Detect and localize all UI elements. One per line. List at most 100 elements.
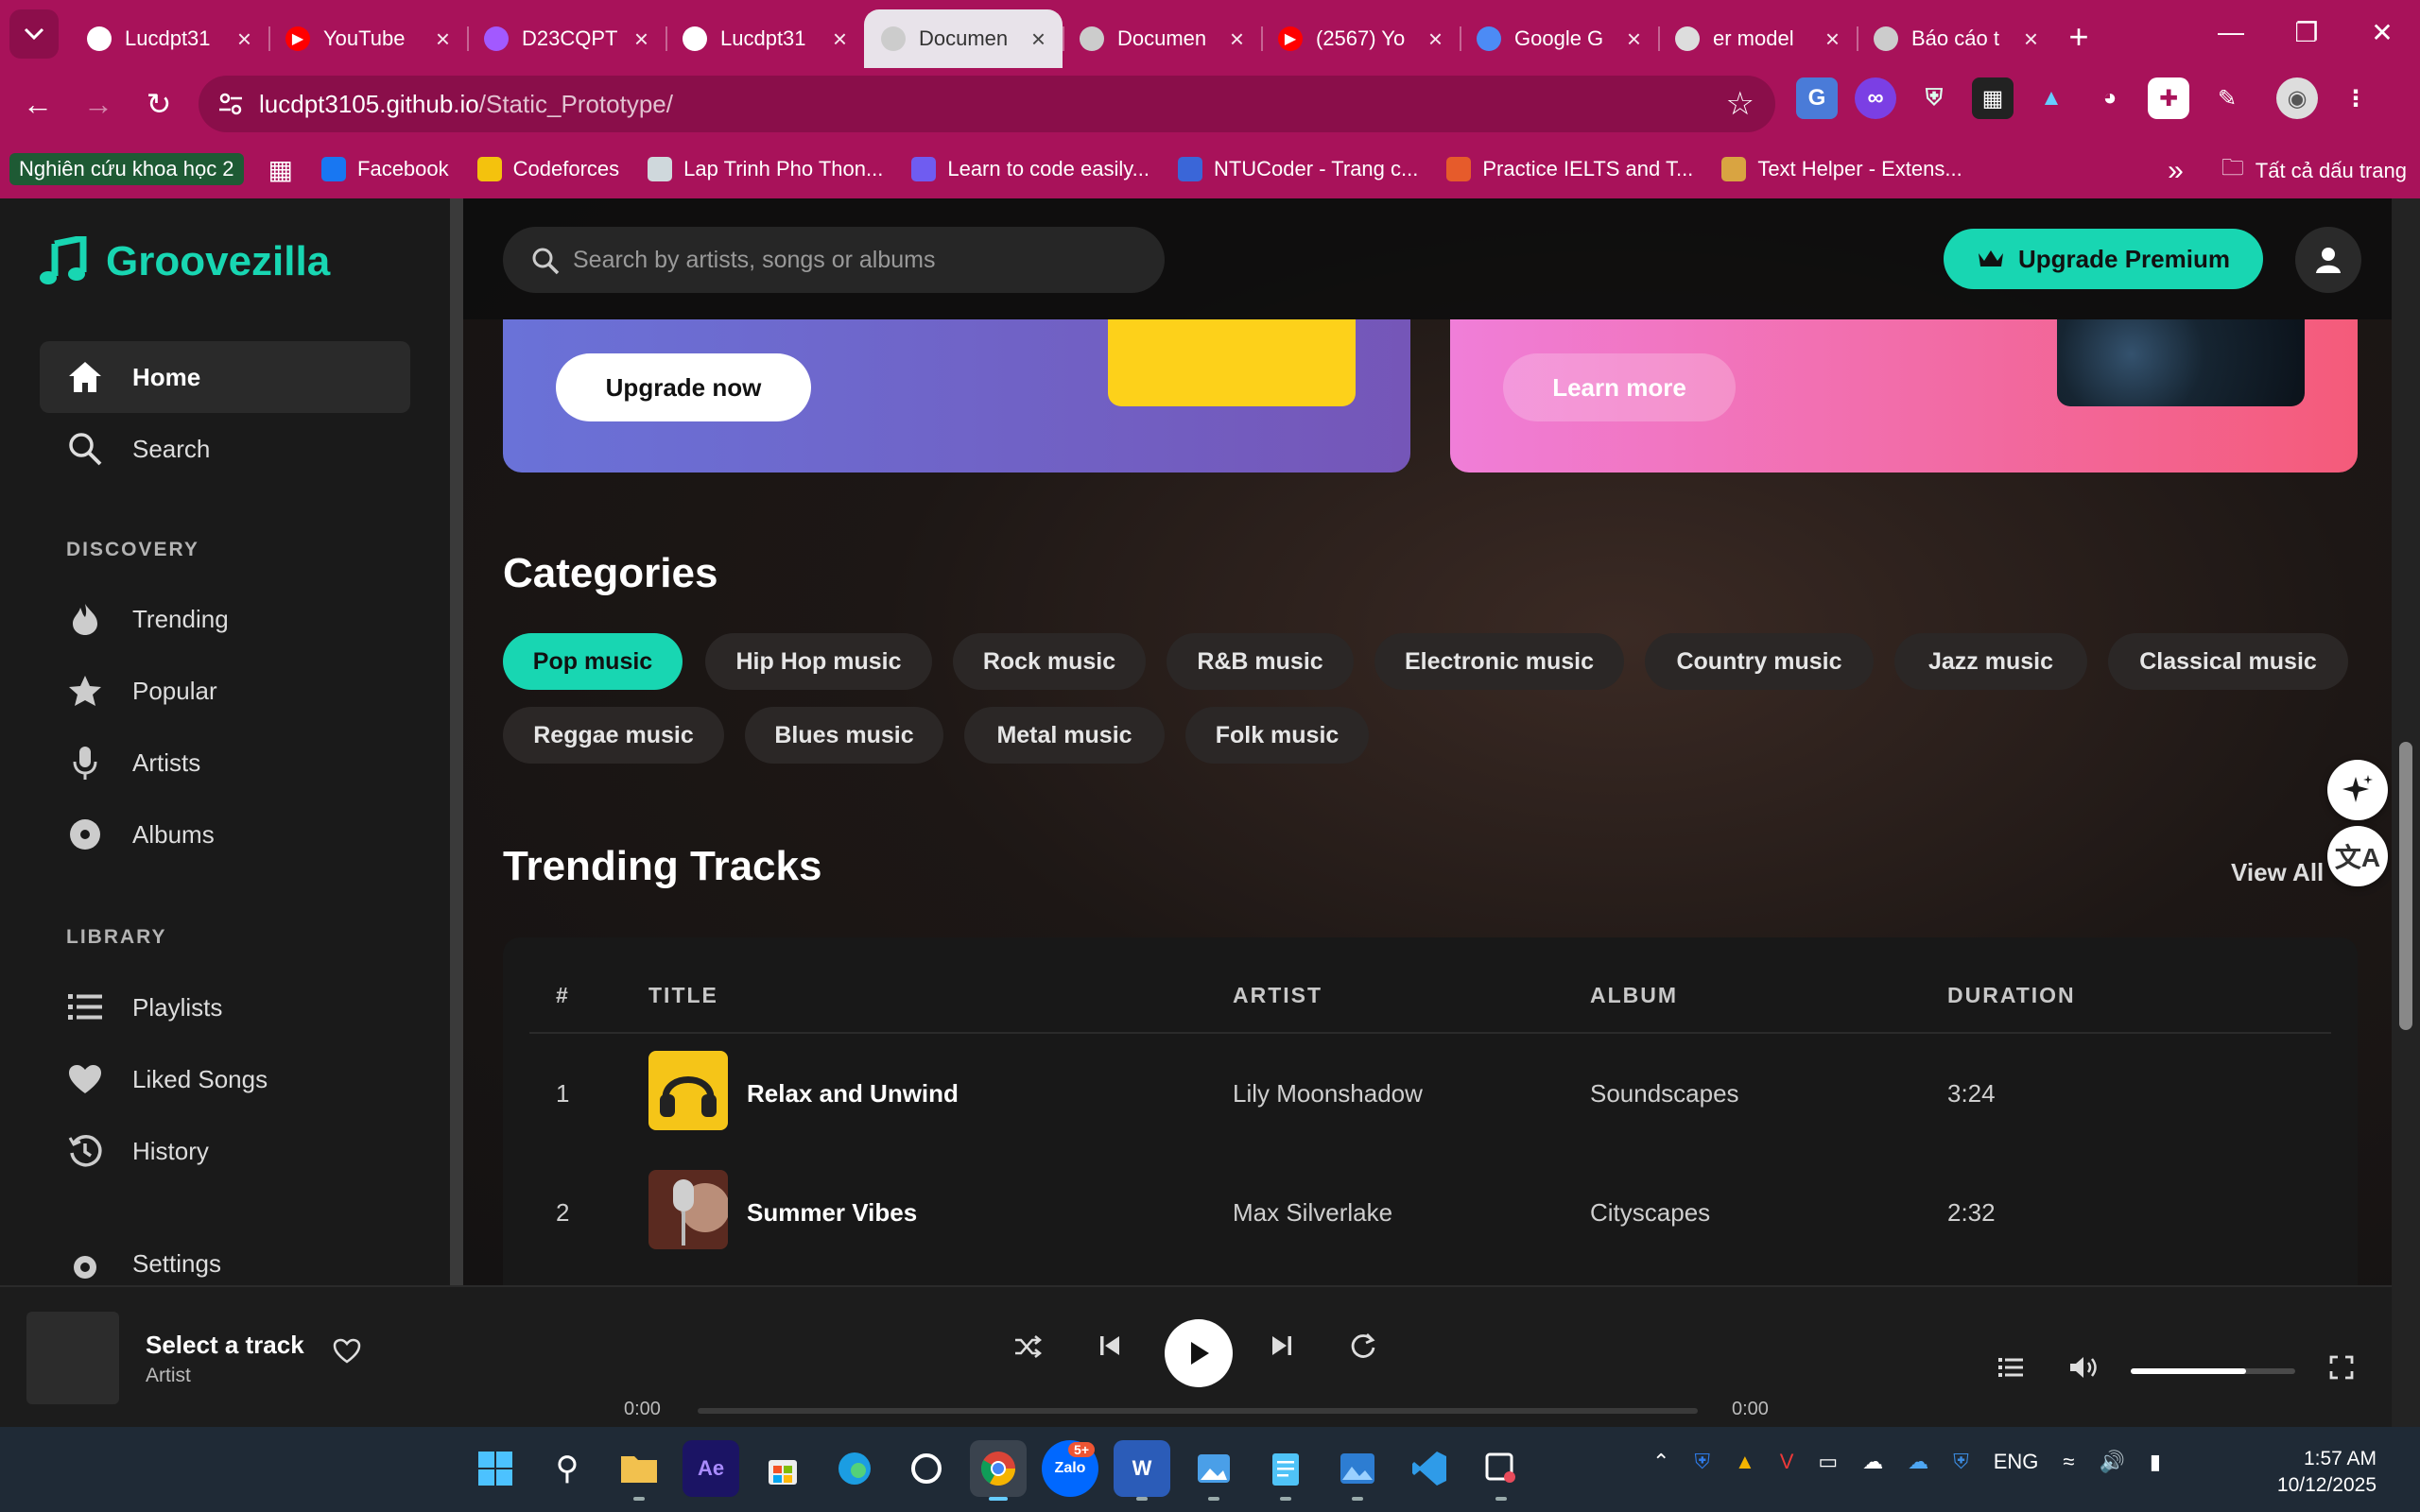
browser-tab[interactable]: ▶ YouTube × [268, 9, 467, 68]
fullscreen-icon[interactable] [2329, 1355, 2354, 1380]
category-chip[interactable]: Metal music [964, 707, 1165, 764]
main-scrollbar[interactable] [2392, 198, 2420, 1427]
snipping-tool-icon[interactable] [1473, 1440, 1530, 1501]
user-avatar[interactable] [2295, 227, 2361, 293]
bookmark-item[interactable]: Codeforces [476, 157, 619, 181]
search-input[interactable]: Search by artists, songs or albums [503, 227, 1165, 293]
view-all-link[interactable]: View All [2231, 858, 2324, 887]
browser-tab[interactable]: Lucdpt31 × [666, 9, 864, 68]
track-title[interactable]: Relax and Unwind [747, 1079, 959, 1108]
profile-avatar-icon[interactable]: ◉ [2276, 77, 2318, 119]
battery-icon[interactable]: ▮ [2150, 1450, 2161, 1474]
category-chip[interactable]: R&B music [1167, 633, 1354, 690]
repeat-icon[interactable] [1350, 1332, 1376, 1359]
taskbar-search-icon[interactable]: ⚲ [539, 1440, 596, 1497]
restore-icon[interactable]: ❐ [2269, 0, 2344, 64]
learn-more-button[interactable]: Learn more [1503, 353, 1736, 421]
category-chip[interactable]: Jazz music [1894, 633, 2087, 690]
tab-close-icon[interactable]: × [1428, 25, 1443, 54]
puzzle-icon[interactable]: ✎ [2206, 77, 2248, 119]
brand-logo[interactable]: Groovezilla [38, 236, 330, 287]
sidebar-item-artists[interactable]: Artists [40, 727, 410, 799]
previous-track-icon[interactable] [1098, 1334, 1121, 1357]
extension-icon[interactable]: ∞ [1855, 77, 1896, 119]
like-heart-icon[interactable] [333, 1338, 361, 1369]
upgrade-premium-button[interactable]: Upgrade Premium [1944, 229, 2263, 289]
grid-extension-icon[interactable]: ▦ [1972, 77, 2014, 119]
sidebar-item-playlists[interactable]: Playlists [40, 971, 410, 1043]
table-row[interactable]: 2 Summer Vibes Max Silverlake Cityscapes 2:3… [503, 1151, 2358, 1270]
progress-bar[interactable] [698, 1408, 1698, 1414]
back-icon[interactable]: ← [8, 74, 68, 134]
queue-list-icon[interactable] [1998, 1357, 2023, 1378]
browser-tab[interactable]: Lucdpt31 × [70, 9, 268, 68]
tab-close-icon[interactable]: × [2024, 25, 2038, 54]
sidebar-item-home[interactable]: Home [40, 341, 410, 413]
track-artist[interactable]: Max Silverlake [1233, 1198, 1392, 1228]
file-explorer-icon[interactable] [611, 1440, 667, 1501]
tab-close-icon[interactable]: × [1031, 25, 1046, 54]
zalo-icon[interactable]: Zalo 5+ [1042, 1440, 1098, 1497]
ai-sparkle-button[interactable] [2327, 760, 2388, 820]
sidebar-scrollbar[interactable] [450, 198, 463, 1285]
sidebar-item-history[interactable]: History [40, 1115, 410, 1187]
minimize-icon[interactable]: — [2193, 0, 2269, 64]
tab-close-icon[interactable]: × [237, 25, 251, 54]
chatgpt-icon[interactable] [898, 1440, 955, 1497]
table-header-cell[interactable]: DURATION [1947, 983, 2076, 1008]
track-album[interactable]: Cityscapes [1590, 1198, 1710, 1228]
tab-search-button[interactable] [9, 9, 59, 59]
language-indicator[interactable]: ENG [1994, 1450, 2039, 1474]
wifi-icon[interactable]: ≈ [2063, 1450, 2074, 1474]
word-icon[interactable]: W [1114, 1440, 1170, 1501]
browser-tab[interactable]: Google G × [1460, 9, 1658, 68]
track-title[interactable]: Summer Vibes [747, 1198, 917, 1228]
volume-slider[interactable] [2131, 1368, 2295, 1374]
category-chip[interactable]: Blues music [745, 707, 943, 764]
volume-icon[interactable] [2068, 1355, 2100, 1380]
site-settings-icon[interactable] [216, 89, 246, 119]
speaker-icon[interactable]: 🔊 [2100, 1450, 2125, 1474]
tab-close-icon[interactable]: × [833, 25, 847, 54]
address-bar[interactable]: lucdpt3105.github.io/Static_Prototype/ ☆ [199, 76, 1775, 132]
google-drive-icon[interactable]: ▲ [1735, 1450, 1755, 1474]
all-bookmarks-folder[interactable]: 🗀 Tất cả dấu trang [2221, 151, 2407, 190]
more-menu-icon[interactable]: ⋮ [2335, 77, 2377, 119]
sidebar-item-trending[interactable]: Trending [40, 583, 410, 655]
upgrade-now-button[interactable]: Upgrade now [556, 353, 811, 421]
photos-icon[interactable] [1185, 1440, 1242, 1501]
table-row[interactable]: 1 Relax and Unwind Lily Moonshadow Soundsca… [503, 1032, 2358, 1151]
onedrive-icon[interactable]: ☁ [1908, 1450, 1928, 1474]
chrome-icon[interactable] [970, 1440, 1027, 1501]
bookmark-item[interactable]: Practice IELTS and T... [1446, 157, 1693, 181]
shield-extension-icon[interactable]: ⛨ [1913, 77, 1955, 119]
translate-button[interactable]: 文A [2327, 826, 2388, 886]
windows-start-icon[interactable] [467, 1440, 524, 1497]
next-track-icon[interactable] [1270, 1334, 1293, 1357]
tab-close-icon[interactable]: × [436, 25, 450, 54]
sidebar-item-popular[interactable]: Popular [40, 655, 410, 727]
bookmark-item[interactable]: Text Helper - Extens... [1721, 157, 1962, 181]
store-icon[interactable] [754, 1440, 811, 1497]
sidebar-item-settings[interactable]: Settings [40, 1238, 410, 1285]
edge-icon[interactable] [826, 1440, 883, 1497]
browser-tab[interactable]: Documen × [864, 9, 1063, 68]
sidebar-item-search[interactable]: Search [40, 413, 410, 485]
chart-extension-icon[interactable]: ▲ [2031, 77, 2072, 119]
defender-icon[interactable]: ⛨ [1694, 1450, 1710, 1474]
forward-icon[interactable]: → [68, 74, 129, 134]
category-chip[interactable]: Country music [1645, 633, 1874, 690]
bookmark-item[interactable]: NTUCoder - Trang c... [1177, 157, 1418, 181]
sidebar-item-albums[interactable]: Albums [40, 799, 410, 870]
more-bookmarks-icon[interactable]: » [2168, 155, 2184, 187]
taskbar-clock[interactable]: 1:57 AM 10/12/2025 [2277, 1446, 2377, 1499]
track-artist[interactable]: Lily Moonshadow [1233, 1079, 1423, 1108]
apps-grid-icon[interactable]: ▦ [268, 154, 293, 185]
category-chip[interactable]: Hip Hop music [705, 633, 932, 690]
bookmark-item[interactable]: Facebook [321, 157, 449, 181]
bookmark-star-icon[interactable]: ☆ [1726, 85, 1754, 123]
cloud-error-icon[interactable]: ☁ [1862, 1450, 1883, 1474]
category-chip[interactable]: Classical music [2108, 633, 2348, 690]
category-chip[interactable]: Rock music [953, 633, 1146, 690]
tab-close-icon[interactable]: × [1627, 25, 1641, 54]
